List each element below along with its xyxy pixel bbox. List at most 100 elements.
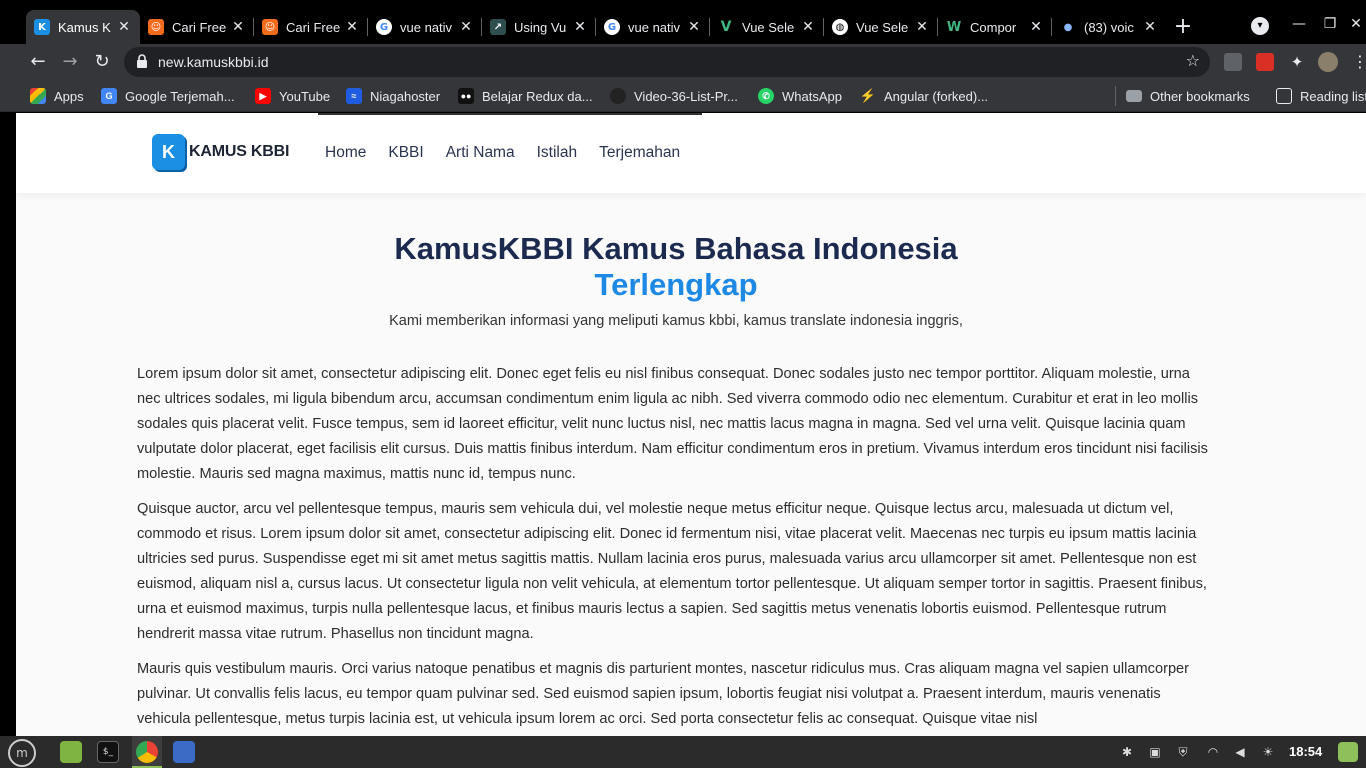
nav-istilah[interactable]: Istilah [537, 144, 578, 162]
reload-icon[interactable]: ↻ [90, 50, 114, 74]
paragraph: Quisque auctor, arcu vel pellentesque te… [137, 501, 1207, 642]
whatsapp-icon: ✆ [758, 88, 774, 104]
site-logo[interactable]: K KAMUS KBBI [152, 134, 289, 170]
bookmark-apps[interactable]: Apps [30, 87, 84, 105]
close-icon[interactable]: ✕ [458, 19, 474, 35]
minimize-icon[interactable]: — [1289, 14, 1309, 34]
tab-vue-native-2[interactable]: G vue nativ ✕ [596, 10, 710, 44]
niagahoster-icon: ≈ [346, 88, 362, 104]
brightness-icon[interactable]: ☀ [1261, 745, 1275, 759]
other-bookmarks-label: Other bookmarks [1150, 88, 1250, 104]
clock[interactable]: 18:54 [1289, 744, 1322, 759]
bookmarks-bar: Apps G Google Terjemah... ▶ YouTube ≈ Ni… [0, 80, 1366, 112]
chrome-icon[interactable] [136, 741, 158, 763]
reading-list[interactable]: Reading list [1276, 87, 1366, 105]
logo-text: KAMUS KBBI [189, 143, 290, 160]
hero-subtitle: Kami memberikan informasi yang meliputi … [389, 313, 963, 329]
reading-list-icon [1276, 88, 1292, 104]
bluetooth-icon[interactable]: ✱ [1120, 745, 1134, 759]
bookmark-label: Google Terjemah... [125, 88, 235, 104]
show-desktop-icon[interactable] [1338, 742, 1358, 762]
hero-title: KamusKBBI Kamus Bahasa Indonesia [394, 231, 958, 266]
bookmark-belajar-redux[interactable]: ●● Belajar Redux da... [458, 87, 593, 105]
nav-terjemahan[interactable]: Terjemahan [599, 144, 680, 162]
tab-title: (83) voic [1084, 19, 1134, 35]
close-icon[interactable]: ✕ [344, 19, 360, 35]
bookmark-label: Video-36-List-Pr... [634, 88, 738, 104]
bookmark-google-translate[interactable]: G Google Terjemah... [101, 87, 235, 105]
back-icon[interactable]: ← [26, 50, 50, 74]
tab-cari-free-2[interactable]: ☺ Cari Free ✕ [254, 10, 368, 44]
bookmark-whatsapp[interactable]: ✆ WhatsApp [758, 87, 842, 105]
paragraph: Mauris quis vestibulum mauris. Orci vari… [137, 661, 1190, 727]
screenshot-icon[interactable] [173, 741, 195, 763]
nav-kbbi[interactable]: KBBI [388, 144, 423, 162]
tab-title: Cari Free [286, 19, 341, 35]
close-icon[interactable]: ✕ [1142, 19, 1158, 35]
tab-title: Vue Sele [856, 19, 909, 35]
vue-icon: V [720, 19, 732, 35]
bookmark-star-icon[interactable]: ☆ [1186, 51, 1200, 70]
url-text[interactable]: new.kamuskbbi.id [158, 54, 269, 70]
vue-icon: W [946, 19, 962, 35]
volume-icon[interactable]: ◀ [1233, 745, 1247, 759]
nav-home[interactable]: Home [325, 144, 366, 162]
wifi-icon[interactable]: ◠ [1206, 745, 1220, 759]
close-icon[interactable]: ✕ [230, 19, 246, 35]
close-icon[interactable]: ✕ [116, 19, 132, 35]
folder-icon [1126, 90, 1142, 102]
bookmark-label: YouTube [279, 88, 331, 104]
tab-title: vue nativ [400, 19, 453, 35]
page-viewport: K KAMUS KBBI Home KBBI Arti Nama Istilah… [16, 113, 1366, 736]
bookmarks-divider [1115, 86, 1116, 106]
tab-voice[interactable]: ● (83) voic ✕ [1052, 10, 1166, 44]
tab-cari-free-1[interactable]: ☺ Cari Free ✕ [140, 10, 254, 44]
close-icon[interactable]: ✕ [800, 19, 816, 35]
tab-components[interactable]: W Compor ✕ [938, 10, 1052, 44]
bookmark-label: Niagahoster [370, 88, 441, 104]
close-icon[interactable]: ✕ [572, 19, 588, 35]
lock-icon [137, 54, 147, 68]
bookmark-angular-forked[interactable]: ⚡ Angular (forked)... [860, 87, 988, 105]
site-icon: ↗ [490, 19, 506, 35]
google-icon: G [376, 19, 392, 35]
extension-red-icon[interactable] [1256, 53, 1274, 71]
tab-using-vue[interactable]: ↗ Using Vu ✕ [482, 10, 596, 44]
youtube-icon: ▶ [255, 88, 271, 104]
close-icon[interactable]: ✕ [1028, 19, 1044, 35]
bookmark-youtube[interactable]: ▶ YouTube [255, 87, 330, 105]
tab-vue-native-1[interactable]: G vue nativ ✕ [368, 10, 482, 44]
tab-search-icon[interactable]: ▾ [1251, 17, 1269, 35]
reading-list-label: Reading list [1300, 88, 1366, 104]
github-icon [610, 88, 626, 104]
google-icon: G [604, 19, 620, 35]
hero-accent: Terlengkap [594, 267, 758, 302]
menu-icon[interactable]: ⋮ [1352, 53, 1366, 71]
medium-icon: ●● [458, 88, 474, 104]
close-icon[interactable]: ✕ [914, 19, 930, 35]
new-tab-button[interactable]: + [1172, 16, 1194, 38]
close-icon[interactable]: ✕ [686, 19, 702, 35]
shield-icon[interactable]: ⛨ [1176, 745, 1190, 759]
puzzle-icon[interactable]: ✦ [1288, 53, 1306, 71]
address-bar[interactable]: new.kamuskbbi.id ☆ [124, 47, 1210, 77]
close-window-icon[interactable]: ✕ [1346, 14, 1366, 34]
tab-title: Using Vu [514, 19, 567, 35]
dot-icon: ● [1063, 21, 1073, 33]
tab-vue-select-2[interactable]: ◍ Vue Sele ✕ [824, 10, 938, 44]
bookmark-niagahoster[interactable]: ≈ Niagahoster [346, 87, 440, 105]
tab-title: vue nativ [628, 19, 681, 35]
avatar[interactable] [1318, 52, 1338, 72]
extension-shield-icon[interactable] [1224, 53, 1242, 71]
translate-icon: G [101, 88, 117, 104]
article-body: Lorem ipsum dolor sit amet, consectetur … [137, 362, 1217, 736]
maximize-icon[interactable]: ❐ [1320, 14, 1340, 34]
bookmark-video-list[interactable]: Video-36-List-Pr... [610, 87, 738, 105]
tab-vue-select-1[interactable]: V Vue Sele ✕ [710, 10, 824, 44]
nav-arti-nama[interactable]: Arti Nama [446, 144, 515, 162]
clipboard-icon[interactable]: ▣ [1148, 745, 1162, 759]
apps-grid-icon [30, 88, 46, 104]
other-bookmarks[interactable]: Other bookmarks [1126, 87, 1250, 105]
tab-kamus-kbbi[interactable]: K Kamus K ✕ [26, 10, 140, 44]
forward-icon[interactable]: → [58, 50, 82, 74]
